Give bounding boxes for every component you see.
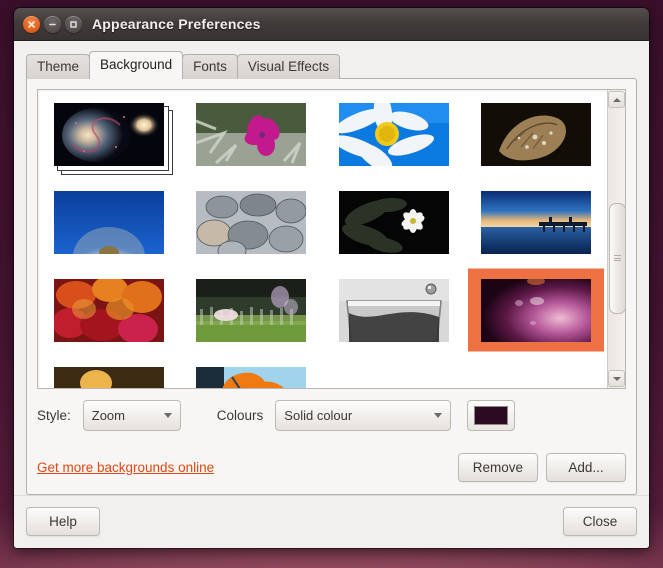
wallpaper-item-red-bokeh[interactable] <box>38 266 180 354</box>
colours-dropdown-value: Solid colour <box>284 408 353 423</box>
style-dropdown[interactable]: Zoom <box>82 400 181 431</box>
tab-fonts[interactable]: Fonts <box>182 54 238 79</box>
get-more-backgrounds-link[interactable]: Get more backgrounds online <box>37 460 214 475</box>
wallpaper-item-pier-sunset[interactable] <box>465 178 607 266</box>
close-icon[interactable] <box>23 15 40 33</box>
colours-label: Colours <box>216 408 264 423</box>
style-label: Style: <box>37 408 71 423</box>
tab-strip: Theme Background Fonts Visual Effects <box>26 51 637 79</box>
wallpaper-thumbnail <box>196 190 307 254</box>
wallpaper-item-glass-monochrome[interactable] <box>323 266 465 354</box>
wallpaper-grid <box>38 90 607 388</box>
wallpaper-thumbnail <box>54 190 165 254</box>
style-dropdown-value: Zoom <box>91 408 125 423</box>
add-button[interactable]: Add... <box>546 453 626 482</box>
wallpaper-thumbnail <box>54 102 165 166</box>
wallpaper-thumbnail <box>480 278 591 342</box>
wallpaper-item-dark-sunrise[interactable] <box>38 354 180 388</box>
wallpaper-item-ubuntu-warty-final[interactable] <box>465 266 607 354</box>
wallpaper-item-daisy-blue-sky[interactable] <box>323 90 465 178</box>
wallpaper-item-pink-flower[interactable] <box>180 90 322 178</box>
scrollbar-track[interactable] <box>609 109 626 369</box>
chevron-down-icon[interactable] <box>608 370 625 387</box>
window-titlebar[interactable]: Appearance Preferences <box>14 8 649 41</box>
wallpaper-item-green-grass-bokeh[interactable] <box>180 266 322 354</box>
backgrounds-actions-row: Get more backgrounds online Remove Add..… <box>37 453 626 482</box>
wallpaper-item-orange-poppy[interactable] <box>180 354 322 388</box>
preferences-notebook: Theme Background Fonts Visual Effects St… <box>26 51 637 495</box>
wallpaper-thumbnail <box>338 278 449 342</box>
appearance-preferences-window: Appearance Preferences Theme Background … <box>14 8 649 548</box>
chevron-up-icon[interactable] <box>608 91 625 108</box>
wallpaper-thumbnail <box>54 366 165 388</box>
wallpaper-item-dewy-leaf[interactable] <box>465 90 607 178</box>
wallpaper-item-white-flower-dark[interactable] <box>323 178 465 266</box>
wallpaper-viewport <box>38 90 607 388</box>
wallpaper-thumbnail <box>480 102 591 166</box>
close-dialog-button[interactable]: Close <box>563 507 637 536</box>
tab-visual-effects[interactable]: Visual Effects <box>236 54 341 79</box>
window-title: Appearance Preferences <box>92 16 261 32</box>
chevron-down-icon <box>163 413 172 418</box>
wallpaper-thumbnail <box>480 190 591 254</box>
action-button-group: Remove Add... <box>457 453 626 482</box>
scrollbar-thumb[interactable] <box>609 202 626 314</box>
wallpaper-thumbnail <box>196 102 307 166</box>
tab-theme[interactable]: Theme <box>26 54 91 79</box>
colour-picker-button[interactable] <box>467 400 516 431</box>
window-body: Theme Background Fonts Visual Effects St… <box>14 41 649 548</box>
wallpaper-list[interactable] <box>37 89 626 389</box>
wallpaper-thumbnail <box>338 190 449 254</box>
minimize-icon[interactable] <box>44 15 61 33</box>
wallpaper-item-dandelion[interactable] <box>38 178 180 266</box>
wallpaper-thumbnail <box>338 102 449 166</box>
wallpaper-item-pebbles[interactable] <box>180 178 322 266</box>
wallpaper-thumbnail <box>196 278 307 342</box>
remove-button[interactable]: Remove <box>457 453 538 482</box>
background-tab-page: Style: Zoom Colours Solid colour Get mor… <box>26 78 637 495</box>
colour-swatch <box>474 406 509 425</box>
dialog-footer: Help Close <box>14 495 649 548</box>
chevron-down-icon <box>434 413 443 418</box>
grip-icon <box>614 255 621 262</box>
maximize-icon[interactable] <box>65 15 82 33</box>
help-button[interactable]: Help <box>26 507 100 536</box>
wallpaper-thumbnail <box>54 278 165 342</box>
wallpaper-thumbnail <box>196 366 307 388</box>
wallpaper-scrollbar[interactable] <box>607 90 626 388</box>
wallpaper-item-all-wallpapers-stack[interactable] <box>38 90 180 178</box>
tab-background[interactable]: Background <box>89 51 184 79</box>
colours-dropdown[interactable]: Solid colour <box>275 400 452 431</box>
style-options-row: Style: Zoom Colours Solid colour <box>37 400 626 431</box>
